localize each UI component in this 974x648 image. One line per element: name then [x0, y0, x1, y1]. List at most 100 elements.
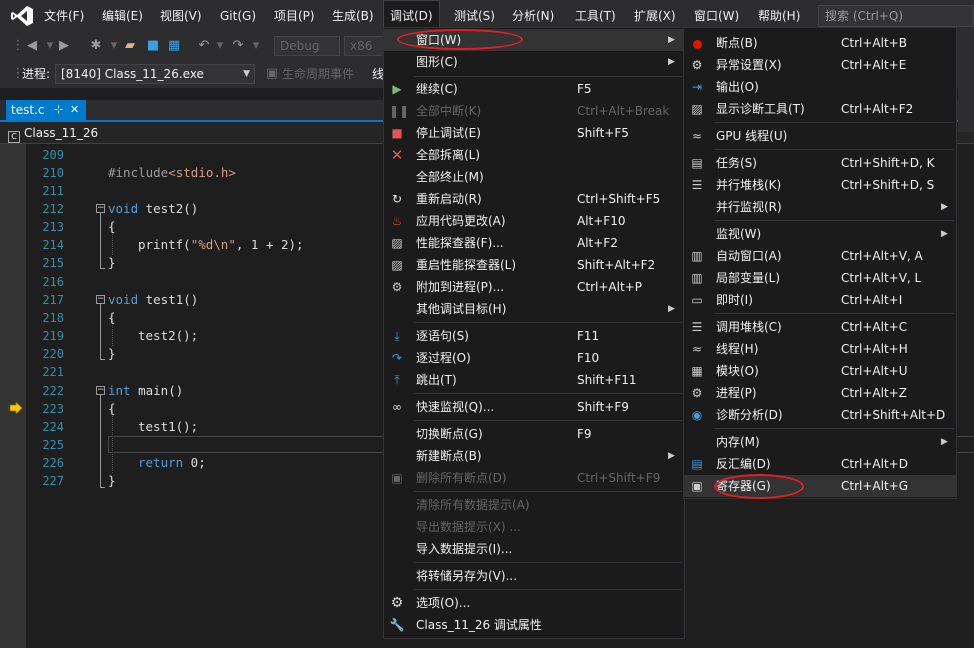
open-folder-icon[interactable]: ▰ [122, 38, 138, 54]
menu-item-export-datatips[interactable]: 导出数据提示(X) ... [384, 516, 684, 538]
menu-item-breakpoints[interactable]: 断点(B) Ctrl+Alt+B [684, 32, 956, 54]
menu-item-new-breakpoint[interactable]: 新建断点(B) ▶ [384, 445, 684, 467]
menu-git[interactable]: Git(G) [214, 0, 262, 32]
menu-item-relaunch-profiler[interactable]: ▨ 重启性能探查器(L) Shift+Alt+F2 [384, 254, 684, 276]
menu-build[interactable]: 生成(B) [326, 0, 380, 32]
lifecycle-events-label[interactable]: 生命周期事件 [282, 64, 354, 84]
menu-item-diagnostic-analysis[interactable]: ◉ 诊断分析(D) Ctrl+Shift+Alt+D [684, 404, 956, 426]
menu-item-attach-to-process[interactable]: ⚙ 附加到进程(P)... Ctrl+Alt+P [384, 276, 684, 298]
menu-separator [714, 149, 954, 150]
menu-item-locals[interactable]: ▥ 局部变量(L) Ctrl+Alt+V, L [684, 267, 956, 289]
menu-separator [414, 322, 682, 323]
collapse-icon[interactable]: − [96, 204, 105, 213]
modules-icon: ▦ [691, 364, 703, 378]
menu-item-delete-all-breakpoints[interactable]: ▣ 删除所有断点(D) Ctrl+Shift+F9 [384, 467, 684, 489]
menu-view[interactable]: 视图(V) [154, 0, 208, 32]
line-number: 227 [42, 474, 64, 488]
menu-item-stop-debugging[interactable]: ■ 停止调试(E) Shift+F5 [384, 122, 684, 144]
output-icon: ⇥ [691, 80, 703, 94]
menu-separator [414, 420, 682, 421]
menu-item-break-all[interactable]: ❚❚ 全部中断(K) Ctrl+Alt+Break [384, 100, 684, 122]
menu-item-restart[interactable]: ↻ 重新启动(R) Ctrl+Shift+F5 [384, 188, 684, 210]
menu-item-toggle-breakpoint[interactable]: 切换断点(G) F9 [384, 423, 684, 445]
menu-item-graphics[interactable]: 图形(C) ▶ [384, 51, 684, 73]
gpu-threads-icon: ≈ [691, 129, 703, 143]
menu-item-performance-profiler[interactable]: ▨ 性能探查器(F)... Alt+F2 [384, 232, 684, 254]
menu-item-step-out[interactable]: ⤒ 跳出(T) Shift+F11 [384, 369, 684, 391]
menu-item-immediate[interactable]: ▭ 即时(I) Ctrl+Alt+I [684, 289, 956, 311]
visual-studio-logo-icon[interactable] [10, 5, 34, 27]
menu-item-options[interactable]: ⚙ 选项(O)... [384, 592, 684, 614]
collapse-icon[interactable]: − [96, 295, 105, 304]
redo-icon[interactable]: ↷ [230, 38, 246, 54]
menu-item-continue[interactable]: ▶ 继续(C) F5 [384, 78, 684, 100]
save-icon[interactable]: ■ [145, 38, 161, 54]
line-number: 220 [42, 347, 64, 361]
dropdown-arrow-icon[interactable]: ▾ [106, 38, 122, 54]
menu-item-debug-properties[interactable]: 🔧 Class_11_26 调试属性 [384, 614, 684, 636]
platform-select[interactable]: x86 [344, 36, 384, 56]
tab-test-c[interactable]: test.c ⊹ ✕ [6, 100, 86, 120]
current-line-highlight [108, 436, 384, 453]
line-number: 222 [42, 384, 64, 398]
process-select[interactable]: [8140] Class_11_26.exe ▼ [55, 64, 255, 84]
menu-item-threads[interactable]: ≈ 线程(H) Ctrl+Alt+H [684, 338, 956, 360]
menu-item-autos[interactable]: ▥ 自动窗口(A) Ctrl+Alt+V, A [684, 245, 956, 267]
menu-item-disassembly[interactable]: ▤ 反汇编(D) Ctrl+Alt+D [684, 453, 956, 475]
menu-edit[interactable]: 编辑(E) [96, 0, 149, 32]
menu-item-save-dump-as[interactable]: 将转储另存为(V)... [384, 565, 684, 587]
dropdown-arrow-icon[interactable]: ▾ [212, 38, 228, 54]
menu-item-watch[interactable]: 监视(W) ▶ [684, 223, 956, 245]
keyword: void [108, 292, 139, 307]
dropdown-arrow-icon[interactable]: ▾ [248, 38, 264, 54]
line-number: 223 [42, 402, 64, 416]
collapse-icon[interactable]: − [96, 386, 105, 395]
menu-item-parallel-watch[interactable]: 并行监视(R) ▶ [684, 196, 956, 218]
undo-icon[interactable]: ↶ [196, 38, 212, 54]
line-number: 226 [42, 456, 64, 470]
menu-item-step-over[interactable]: ↷ 逐过程(O) F10 [384, 347, 684, 369]
line-number: 212 [42, 202, 64, 216]
menu-separator [414, 562, 682, 563]
project-scope-select[interactable]: C Class_11_26 [8, 124, 378, 143]
menu-item-terminate-all[interactable]: 全部终止(M) [384, 166, 684, 188]
menu-item-apply-code-changes[interactable]: ♨ 应用代码更改(A) Alt+F10 [384, 210, 684, 232]
configuration-select[interactable]: Debug [274, 36, 340, 56]
fold-line [100, 213, 105, 269]
pin-icon[interactable]: ⊹ [54, 100, 63, 120]
menu-item-diagnostic-tools[interactable]: ▨ 显示诊断工具(T) Ctrl+Alt+F2 [684, 98, 956, 120]
indicator-margin[interactable] [0, 144, 26, 648]
menu-item-processes[interactable]: ⚙ 进程(P) Ctrl+Alt+Z [684, 382, 956, 404]
menu-item-output[interactable]: ⇥ 输出(O) [684, 76, 956, 98]
menu-item-other-debug-targets[interactable]: 其他调试目标(H) ▶ [384, 298, 684, 320]
menu-item-tasks[interactable]: ▤ 任务(S) Ctrl+Shift+D, K [684, 152, 956, 174]
menu-item-quick-watch[interactable]: ∞ 快速监视(Q)... Shift+F9 [384, 396, 684, 418]
code-line: void test2() [108, 200, 198, 218]
menu-item-modules[interactable]: ▦ 模块(O) Ctrl+Alt+U [684, 360, 956, 382]
menu-separator [414, 491, 682, 492]
c-project-icon: C [8, 131, 20, 143]
menu-item-clear-datatips[interactable]: 清除所有数据提示(A) [384, 494, 684, 516]
back-icon[interactable]: ◀ [24, 38, 40, 54]
lifecycle-events-icon[interactable]: ▣ [264, 66, 280, 82]
menu-item-call-stack[interactable]: ☰ 调用堆栈(C) Ctrl+Alt+C [684, 316, 956, 338]
breakpoints-icon [689, 35, 705, 51]
menu-item-exception-settings[interactable]: ⚙ 异常设置(X) Ctrl+Alt+E [684, 54, 956, 76]
glasses-icon: ∞ [392, 400, 402, 414]
menu-item-import-datatips[interactable]: 导入数据提示(I)... [384, 538, 684, 560]
menu-item-detach-all[interactable]: ✕ 全部拆离(L) [384, 144, 684, 166]
delete-breakpoints-icon: ▣ [391, 471, 403, 485]
menu-item-memory[interactable]: 内存(M) ▶ [684, 431, 956, 453]
menu-project[interactable]: 项目(P) [268, 0, 321, 32]
close-icon[interactable]: ✕ [70, 100, 79, 120]
menu-separator [714, 428, 954, 429]
forward-icon[interactable]: ▶ [56, 38, 72, 54]
search-input[interactable]: 搜索 (Ctrl+Q) [818, 5, 974, 27]
new-project-icon[interactable]: ✱ [88, 38, 104, 54]
menu-item-gpu-threads[interactable]: ≈ GPU 线程(U) [684, 125, 956, 147]
processes-icon: ⚙ [691, 386, 703, 400]
menu-file[interactable]: 文件(F) [38, 0, 90, 32]
menu-item-step-into[interactable]: ⤓ 逐语句(S) F11 [384, 325, 684, 347]
save-all-icon[interactable]: ▦ [166, 38, 182, 54]
menu-item-parallel-stacks[interactable]: ☰ 并行堆栈(K) Ctrl+Shift+D, S [684, 174, 956, 196]
